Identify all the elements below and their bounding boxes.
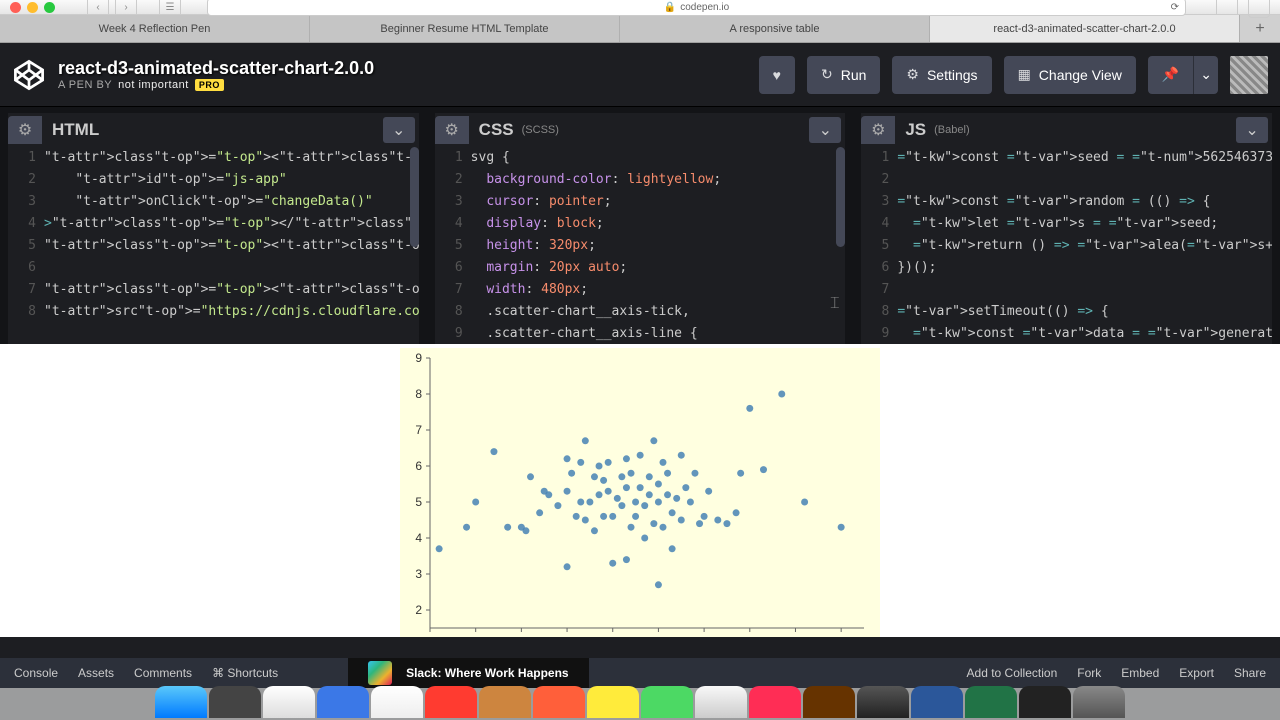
dock-app-icon[interactable]: [209, 686, 261, 718]
css-editor-pane: ⚙ CSS(SCSS) ⌄ 123456789 svg { background…: [435, 113, 846, 344]
dock-app-icon[interactable]: [479, 686, 531, 718]
browser-toolbar: ‹ › ☰ 🔒 codepen.io ⟳: [0, 0, 1280, 15]
footer-button[interactable]: Share: [1224, 660, 1276, 686]
dock-app-icon[interactable]: [263, 686, 315, 718]
lock-icon: 🔒: [664, 2, 676, 13]
dock-app-icon[interactable]: [371, 686, 423, 718]
url-host: codepen.io: [680, 2, 729, 13]
footer-bar: ConsoleAssetsComments⌘ Shortcuts Slack: …: [0, 658, 1280, 688]
pin-menu-button[interactable]: ⌄: [1194, 56, 1218, 94]
codepen-logo-icon[interactable]: [12, 58, 46, 92]
scrollbar[interactable]: [410, 147, 419, 247]
heart-icon: ♥: [773, 67, 781, 83]
ad-text: Slack: Where Work Happens: [406, 666, 569, 680]
dock-app-icon[interactable]: [695, 686, 747, 718]
chevron-down-icon: ⌄: [819, 120, 832, 140]
browser-tab[interactable]: Week 4 Reflection Pen: [0, 15, 310, 42]
js-editor-pane: ⚙ JS(Babel) ⌄ 123456789 ="t-kw">const ="…: [861, 113, 1272, 344]
dock-app-icon[interactable]: [587, 686, 639, 718]
chevron-down-icon: ⌄: [1200, 66, 1212, 83]
reload-icon[interactable]: ⟳: [1171, 2, 1179, 13]
codepen-header: react-d3-animated-scatter-chart-2.0.0 A …: [0, 43, 1280, 107]
html-code-editor[interactable]: 12345678 "t-attr">class"t-op">="t-op"><"…: [8, 147, 419, 344]
chevron-down-icon: ⌄: [392, 120, 405, 140]
url-bar[interactable]: 🔒 codepen.io ⟳: [207, 0, 1186, 16]
dock-app-icon[interactable]: [803, 686, 855, 718]
html-tab[interactable]: HTML: [42, 116, 119, 144]
footer-button[interactable]: Assets: [68, 660, 124, 686]
footer-button[interactable]: Export: [1169, 660, 1224, 686]
svg-text:2: 2: [415, 603, 422, 617]
new-tab-button[interactable]: +: [1240, 15, 1280, 42]
svg-text:8: 8: [415, 387, 422, 401]
footer-button[interactable]: Add to Collection: [957, 660, 1068, 686]
svg-text:5: 5: [415, 495, 422, 509]
html-options-button[interactable]: ⌄: [383, 117, 415, 143]
gear-icon: ⚙: [906, 66, 919, 83]
run-button[interactable]: ↻Run: [807, 56, 880, 94]
footer-button[interactable]: Embed: [1111, 660, 1169, 686]
dock-app-icon[interactable]: [965, 686, 1017, 718]
js-settings-button[interactable]: ⚙: [861, 116, 895, 144]
pen-title: react-d3-animated-scatter-chart-2.0.0: [58, 58, 374, 79]
svg-text:3: 3: [415, 567, 422, 581]
like-button[interactable]: ♥: [759, 56, 795, 94]
html-settings-button[interactable]: ⚙: [8, 116, 42, 144]
css-code-editor[interactable]: 123456789 svg { background-color: lighty…: [435, 147, 846, 344]
close-window-icon[interactable]: [10, 2, 21, 13]
js-tab[interactable]: JS(Babel): [895, 116, 981, 144]
dock-app-icon[interactable]: [533, 686, 585, 718]
dock-app-icon[interactable]: [155, 686, 207, 718]
dock-app-icon[interactable]: [641, 686, 693, 718]
svg-text:7: 7: [415, 423, 422, 437]
svg-text:9: 9: [415, 351, 422, 365]
dock-app-icon[interactable]: [1019, 686, 1071, 718]
footer-button[interactable]: ⌘ Shortcuts: [202, 660, 288, 686]
slack-icon: [368, 661, 392, 685]
scatter-chart[interactable]: 2 3 4 5 6 7 8 9: [400, 348, 880, 637]
footer-button[interactable]: Fork: [1067, 660, 1111, 686]
dock-app-icon[interactable]: [857, 686, 909, 718]
css-options-button[interactable]: ⌄: [809, 117, 841, 143]
text-cursor-icon: ⌶: [830, 295, 840, 313]
dock-app-icon[interactable]: [1073, 686, 1125, 718]
css-settings-button[interactable]: ⚙: [435, 116, 469, 144]
pin-button[interactable]: 📌: [1148, 56, 1194, 94]
pro-badge: PRO: [195, 79, 224, 91]
pen-author[interactable]: not important: [118, 79, 189, 91]
dock-app-icon[interactable]: [749, 686, 801, 718]
ad-banner[interactable]: Slack: Where Work Happens: [348, 658, 589, 688]
maximize-window-icon[interactable]: [44, 2, 55, 13]
browser-tabs: Week 4 Reflection Pen Beginner Resume HT…: [0, 15, 1280, 43]
dock-app-icon[interactable]: [911, 686, 963, 718]
browser-tab[interactable]: Beginner Resume HTML Template: [310, 15, 620, 42]
scrollbar[interactable]: [836, 147, 845, 247]
html-editor-pane: ⚙ HTML ⌄ 12345678 "t-attr">class"t-op">=…: [8, 113, 419, 344]
gear-icon: ⚙: [18, 120, 32, 140]
chevron-down-icon: ⌄: [1245, 120, 1258, 140]
user-avatar[interactable]: [1230, 56, 1268, 94]
browser-tab[interactable]: A responsive table: [620, 15, 930, 42]
dock-app-icon[interactable]: [425, 686, 477, 718]
minimize-window-icon[interactable]: [27, 2, 38, 13]
settings-button[interactable]: ⚙Settings: [892, 56, 991, 94]
change-view-button[interactable]: ▦Change View: [1004, 56, 1136, 94]
layout-icon: ▦: [1018, 66, 1031, 83]
dock-app-icon[interactable]: [317, 686, 369, 718]
js-options-button[interactable]: ⌄: [1236, 117, 1268, 143]
run-icon: ↻: [821, 66, 833, 83]
js-code-editor[interactable]: 123456789 ="t-kw">const ="t-var">seed = …: [861, 147, 1272, 344]
svg-text:6: 6: [415, 459, 422, 473]
pin-icon: 📌: [1162, 66, 1179, 83]
macos-dock: [0, 688, 1280, 720]
preview-pane: 2 3 4 5 6 7 8 9: [0, 344, 1280, 637]
css-tab[interactable]: CSS(SCSS): [469, 116, 571, 144]
footer-button[interactable]: Comments: [124, 660, 202, 686]
byline-label: A PEN BY: [58, 79, 112, 91]
gear-icon: ⚙: [871, 120, 885, 140]
gear-icon: ⚙: [445, 120, 459, 140]
footer-button[interactable]: Console: [4, 660, 68, 686]
svg-text:4: 4: [415, 531, 422, 545]
browser-tab[interactable]: react-d3-animated-scatter-chart-2.0.0: [930, 15, 1240, 42]
